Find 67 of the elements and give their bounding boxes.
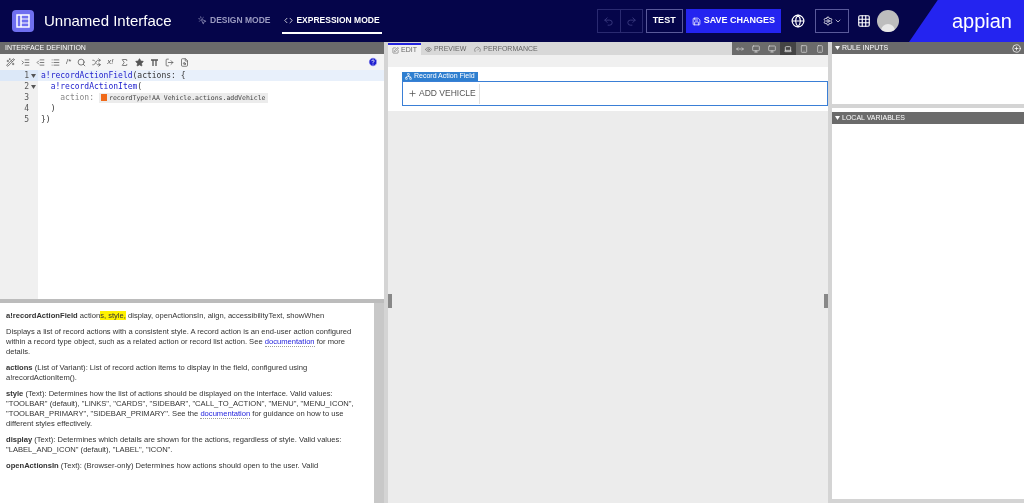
caret-icon [833, 17, 842, 25]
mode-tab[interactable]: DESIGN MODE [196, 8, 273, 34]
laptop-icon [784, 44, 792, 53]
outdent-icon[interactable] [36, 57, 45, 67]
interface-icon [12, 10, 34, 32]
pi-icon[interactable] [149, 57, 159, 67]
exit-icon[interactable] [164, 57, 174, 67]
preview-icon [424, 45, 432, 53]
mode-icon [284, 15, 294, 25]
line-number: 5 [24, 114, 29, 125]
redo-icon [625, 15, 637, 27]
save-button[interactable]: SAVE CHANGES [685, 9, 781, 33]
search-icon[interactable] [77, 57, 87, 67]
mode-tab[interactable]: EXPRESSION MODE [282, 8, 382, 34]
monitor-icon [768, 44, 776, 53]
line-number: 1 [24, 70, 29, 81]
line-number: 2 [24, 81, 29, 92]
code-key: action: [41, 92, 94, 103]
save-icon [691, 16, 701, 26]
edit-icon [392, 46, 399, 54]
code-text: ( [137, 81, 143, 92]
code-text: ) [49, 103, 56, 114]
wand-icon[interactable] [6, 57, 15, 67]
plus-icon [408, 89, 417, 98]
function-button[interactable]: x! [107, 56, 114, 68]
sigma-icon[interactable] [119, 57, 129, 67]
code-function: a!recordActionItem [49, 81, 138, 92]
collapse-arrow-icon [835, 46, 840, 50]
indent-icon[interactable] [21, 57, 30, 67]
record-action-field[interactable]: ADD VEHICLE [402, 81, 828, 106]
shuffle-icon[interactable] [92, 57, 102, 67]
phone-icon [816, 44, 824, 53]
collapse-handle[interactable] [388, 294, 392, 308]
line-number: 3 [24, 92, 29, 103]
performance-icon [474, 45, 482, 53]
comment-button[interactable]: /* [66, 56, 72, 68]
scrollbar[interactable] [374, 303, 384, 503]
horizontal-arrows-icon [736, 44, 744, 53]
help-icon[interactable] [368, 57, 378, 67]
list-icon[interactable] [51, 57, 60, 67]
collapse-handle[interactable] [824, 294, 828, 308]
fold-arrow-icon[interactable] [31, 84, 36, 89]
logo: appian [951, 9, 1012, 34]
interface-title: Unnamed Interface [44, 10, 173, 31]
tablet-icon [800, 44, 808, 53]
collapse-arrow-icon [835, 116, 840, 120]
globe-search-icon[interactable] [791, 14, 805, 28]
settings-button[interactable] [815, 9, 849, 33]
code-text: (actions: { [132, 70, 186, 81]
avatar[interactable] [877, 10, 899, 32]
fold-arrow-icon[interactable] [31, 73, 36, 78]
apps-grid-icon[interactable] [857, 14, 871, 28]
add-icon[interactable] [1012, 43, 1021, 53]
record-type-icon [101, 94, 107, 101]
file-search-icon[interactable] [179, 57, 189, 67]
code-text: }) [41, 114, 51, 125]
settings-icon [822, 16, 833, 26]
star-icon[interactable] [134, 57, 144, 67]
test-button[interactable]: TEST [645, 9, 683, 33]
line-number: 4 [24, 103, 29, 114]
device-button[interactable] [780, 42, 796, 55]
monitor-icon [752, 44, 760, 53]
code-function: a!recordActionField [41, 70, 133, 81]
add-vehicle-button[interactable]: ADD VEHICLE [405, 83, 480, 104]
hierarchy-icon [405, 73, 412, 80]
mode-icon [198, 15, 207, 25]
undo-icon [603, 15, 615, 27]
